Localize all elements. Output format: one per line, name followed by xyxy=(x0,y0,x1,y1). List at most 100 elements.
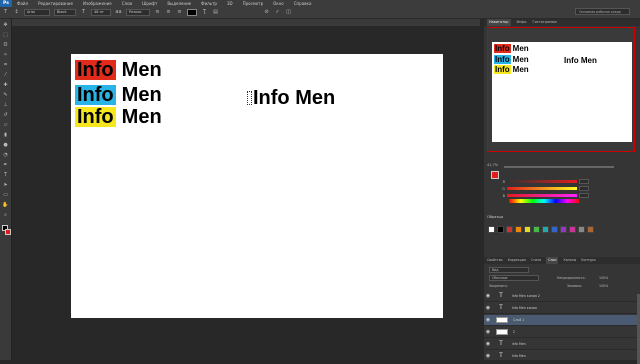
eye-icon[interactable]: ◉ xyxy=(484,305,492,311)
gradient-tool-icon[interactable]: ▮ xyxy=(2,131,10,139)
menu-file[interactable]: Файл xyxy=(12,0,33,7)
red-value[interactable] xyxy=(579,179,589,184)
green-slider[interactable] xyxy=(507,187,577,190)
menu-window[interactable]: Окно xyxy=(268,0,289,7)
zoom-tool-icon[interactable]: ⌕ xyxy=(2,211,10,219)
menu-help[interactable]: Справка xyxy=(289,0,317,7)
text-color-swatch[interactable] xyxy=(187,9,197,16)
tab-layers[interactable]: Слои xyxy=(546,257,559,264)
orientation-icon[interactable]: ↕ xyxy=(13,9,20,16)
eye-icon[interactable]: ◉ xyxy=(484,329,492,335)
swatch[interactable] xyxy=(506,226,513,233)
tab-adjustments[interactable]: Коррекция xyxy=(508,257,526,264)
menu-image[interactable]: Изображение xyxy=(78,0,117,7)
layer-row[interactable]: ◉ T Info Men xyxy=(484,351,640,362)
path-select-icon[interactable]: ➤ xyxy=(2,181,10,189)
3d-icon[interactable]: ◫ xyxy=(285,9,292,16)
big-text-layer[interactable]: Info Men xyxy=(247,87,335,110)
color-spectrum[interactable] xyxy=(509,199,579,203)
warp-text-icon[interactable]: Ʈ xyxy=(201,9,208,16)
marquee-tool-icon[interactable]: ⬚ xyxy=(2,31,10,39)
swatch[interactable] xyxy=(551,226,558,233)
menu-layers[interactable]: Слои xyxy=(117,0,137,7)
swatch[interactable] xyxy=(578,226,585,233)
eraser-tool-icon[interactable]: ▱ xyxy=(2,121,10,129)
align-left-icon[interactable]: ≡ xyxy=(154,9,161,16)
swatch[interactable] xyxy=(515,226,522,233)
menu-select[interactable]: Выделение xyxy=(162,0,196,7)
type-tool-icon[interactable]: T xyxy=(2,9,9,16)
big-text[interactable]: Info Men xyxy=(253,87,335,109)
swatch[interactable] xyxy=(569,226,576,233)
swatch[interactable] xyxy=(497,226,504,233)
swatch[interactable] xyxy=(524,226,531,233)
font-style-select[interactable]: Black xyxy=(54,9,76,16)
tab-navigator[interactable]: Навигатор xyxy=(487,19,511,26)
font-family-select[interactable]: Arial xyxy=(24,9,50,16)
tab-styles[interactable]: Стили xyxy=(531,257,541,264)
healing-brush-icon[interactable]: ✚ xyxy=(2,81,10,89)
swatches-tab[interactable]: Образцы xyxy=(487,215,637,219)
antialias-select[interactable]: Резкое xyxy=(126,9,150,16)
zoom-value[interactable]: 41,7% xyxy=(487,163,498,167)
zoom-slider[interactable] xyxy=(504,166,614,168)
swatch[interactable] xyxy=(488,226,495,233)
eyedropper-icon[interactable]: ⁄ xyxy=(2,71,10,79)
red-slider[interactable] xyxy=(507,180,577,183)
history-brush-icon[interactable]: ↺ xyxy=(2,111,10,119)
align-center-icon[interactable]: ≡ xyxy=(165,9,172,16)
blue-value[interactable] xyxy=(579,193,589,198)
layer-row-selected[interactable]: ◉ Слой 1 xyxy=(484,315,640,326)
fg-color-chip[interactable] xyxy=(491,170,499,179)
layer-row[interactable]: ◉ T Info Men копия xyxy=(484,303,640,314)
eye-icon[interactable]: ◉ xyxy=(484,341,492,347)
navigator-preview[interactable]: Info Men Info Men Info Men Info Men xyxy=(492,42,632,142)
menu-view[interactable]: Просмотр xyxy=(238,0,269,7)
opacity-value[interactable]: 100% xyxy=(599,276,608,280)
tab-paths[interactable]: Контуры xyxy=(581,257,596,264)
move-tool-icon[interactable]: ✥ xyxy=(2,21,10,29)
commit-icon[interactable]: ✓ xyxy=(274,9,281,16)
tab-info[interactable]: Инфо xyxy=(517,19,527,26)
hand-tool-icon[interactable]: ✋ xyxy=(2,201,10,209)
tab-channels[interactable]: Каналы xyxy=(563,257,576,264)
cancel-icon[interactable]: ⊘ xyxy=(263,9,270,16)
green-value[interactable] xyxy=(579,186,589,191)
blur-tool-icon[interactable]: ● xyxy=(2,141,10,149)
swatch[interactable] xyxy=(533,226,540,233)
brush-tool-icon[interactable]: ✎ xyxy=(2,91,10,99)
layer-name[interactable]: info Men xyxy=(512,342,526,346)
workspace-select[interactable]: Основная рабочая среда xyxy=(575,8,630,15)
shape-tool-icon[interactable]: ▭ xyxy=(2,191,10,199)
magic-wand-icon[interactable]: ✧ xyxy=(2,51,10,59)
font-size-select[interactable]: 48 пт xyxy=(91,9,111,16)
layer-row[interactable]: ◉ T Info Men копия 2 xyxy=(484,291,640,302)
layer-name[interactable]: Info Men копия xyxy=(512,306,537,310)
blend-mode-select[interactable]: Обычные xyxy=(489,275,539,281)
eye-icon[interactable]: ◉ xyxy=(484,293,492,299)
lasso-tool-icon[interactable]: ʘ xyxy=(2,41,10,49)
layer-name[interactable]: Info Men xyxy=(512,354,526,358)
menu-edit[interactable]: Редактирование xyxy=(33,0,78,7)
layer-name[interactable]: Info Men копия 2 xyxy=(512,294,540,298)
layer-name[interactable]: Слой 1 xyxy=(513,318,524,322)
swatch[interactable] xyxy=(587,226,594,233)
type-tool-icon[interactable]: T xyxy=(2,171,10,179)
menu-3d[interactable]: 3D xyxy=(222,0,238,7)
align-right-icon[interactable]: ≡ xyxy=(176,9,183,16)
blue-slider[interactable] xyxy=(507,194,577,197)
crop-tool-icon[interactable]: ⌗ xyxy=(2,61,10,69)
background-color[interactable] xyxy=(5,229,11,235)
swatch[interactable] xyxy=(560,226,567,233)
eye-icon[interactable]: ◉ xyxy=(484,317,492,323)
menu-type[interactable]: Шрифт xyxy=(137,0,162,7)
stamp-tool-icon[interactable]: ⊥ xyxy=(2,101,10,109)
kind-filter[interactable]: Вид xyxy=(489,267,529,273)
eye-icon[interactable]: ◉ xyxy=(484,353,492,359)
character-panel-icon[interactable]: ▤ xyxy=(212,9,219,16)
layer-name[interactable]: 2 xyxy=(513,330,515,334)
pen-tool-icon[interactable]: ✒ xyxy=(2,161,10,169)
tab-properties[interactable]: Свойства xyxy=(487,257,503,264)
swatch[interactable] xyxy=(542,226,549,233)
document-tab[interactable] xyxy=(12,19,480,26)
